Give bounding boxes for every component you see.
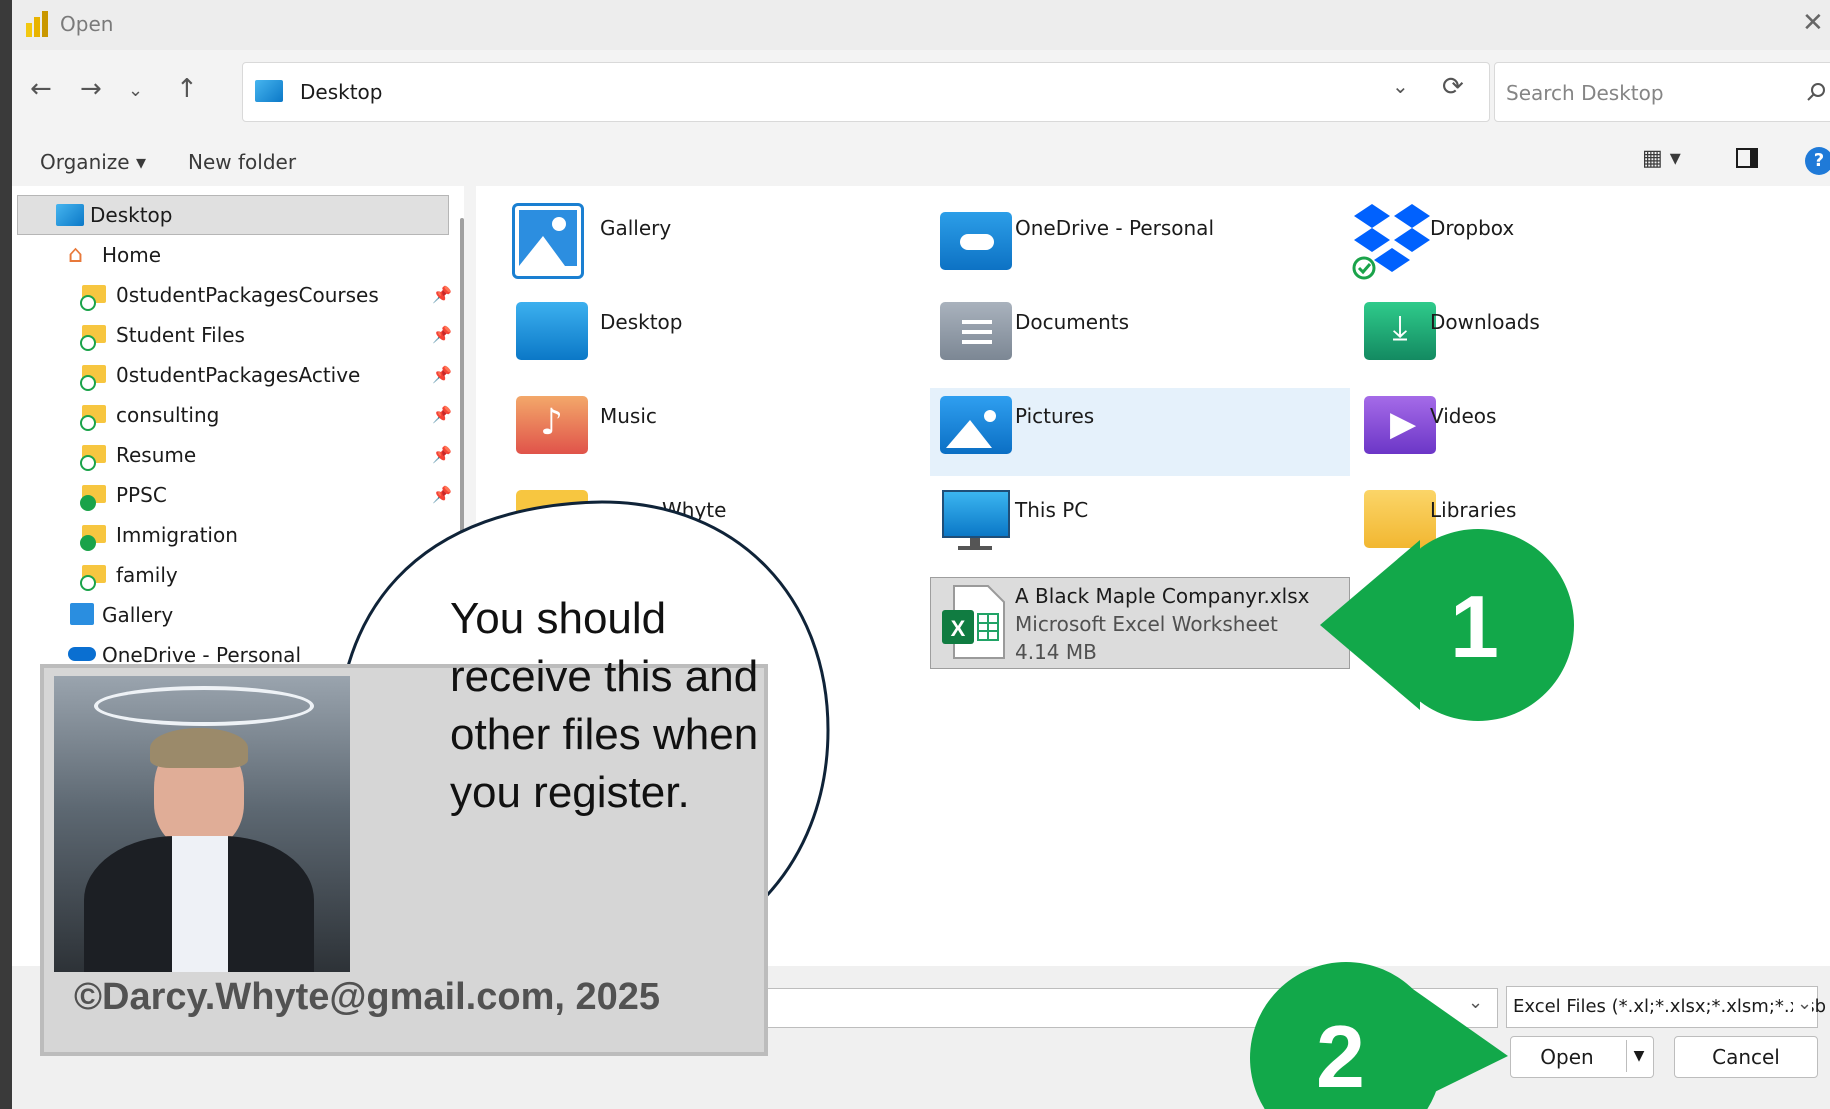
pictures-folder-icon — [940, 396, 1012, 454]
search-icon — [1807, 83, 1825, 101]
close-button[interactable]: ✕ — [1802, 8, 1824, 38]
item-pictures[interactable]: Pictures — [1015, 404, 1094, 428]
item-videos[interactable]: Videos — [1430, 404, 1496, 428]
svg-text:X: X — [951, 616, 966, 641]
item-whyte[interactable]: Whyte — [662, 498, 726, 522]
home-icon: ⌂ — [68, 240, 84, 268]
item-documents[interactable]: Documents — [1015, 310, 1129, 334]
forward-button[interactable]: → — [80, 74, 102, 104]
search-input[interactable]: Search Desktop — [1506, 81, 1664, 105]
excel-file-icon: X — [942, 585, 1005, 659]
file-name-input[interactable] — [766, 988, 1498, 1028]
desktop-icon — [255, 80, 283, 102]
documents-folder-icon — [940, 302, 1012, 360]
up-button[interactable]: ↑ — [176, 74, 198, 104]
back-button[interactable]: ← — [30, 74, 52, 104]
preview-pane-icon[interactable] — [1736, 148, 1758, 168]
dropbox-icon — [1352, 204, 1430, 280]
presenter-photo — [54, 676, 350, 972]
view-options-icon[interactable]: ▦ ▾ — [1642, 146, 1681, 171]
gallery-icon — [70, 603, 94, 625]
videos-folder-icon: ▶ — [1364, 396, 1436, 454]
sync-status-icon — [80, 295, 96, 311]
open-split-dropdown[interactable]: ▼ — [1626, 1040, 1651, 1072]
nav-item-pinned[interactable]: 0studentPackagesCourses — [116, 283, 379, 307]
monitor-icon — [940, 490, 1012, 552]
desktop-folder-icon — [516, 302, 588, 360]
organize-label: Organize — [40, 150, 130, 174]
speech-bubble-text: You should receive this and other files … — [450, 594, 759, 817]
sync-status-icon — [80, 375, 96, 391]
power-bi-icon — [26, 11, 48, 37]
nav-item-pinned[interactable]: family — [116, 563, 178, 587]
address-path: Desktop — [300, 80, 383, 104]
item-this-pc[interactable]: This PC — [1015, 498, 1088, 522]
pin-icon: 📌 — [432, 405, 452, 424]
downloads-folder-icon: ⤓ — [1364, 302, 1436, 360]
step-1-label: 1 — [1450, 577, 1499, 676]
title-bar — [12, 0, 1830, 50]
window-title: Open — [60, 12, 114, 36]
sync-status-icon — [80, 415, 96, 431]
chevron-down-icon: ⌄ — [1793, 993, 1813, 1014]
folder-icon — [516, 490, 588, 548]
sync-status-icon — [80, 495, 96, 511]
nav-item-pinned[interactable]: PPSC — [116, 483, 167, 507]
item-downloads[interactable]: Downloads — [1430, 310, 1540, 334]
file-type: Microsoft Excel Worksheet — [1015, 612, 1278, 636]
libraries-folder-icon — [1364, 490, 1436, 548]
onedrive-folder-icon — [940, 212, 1012, 270]
new-folder-button[interactable]: New folder — [188, 150, 296, 174]
pin-icon: 📌 — [432, 485, 452, 504]
sync-status-icon — [80, 575, 96, 591]
item-dropbox[interactable]: Dropbox — [1430, 216, 1514, 240]
file-type-select[interactable]: Excel Files (*.xl;*.xlsx;*.xlsm;*.xlsb ⌄ — [1506, 986, 1826, 1028]
recent-locations-chevron-icon[interactable]: ⌄ — [128, 80, 143, 101]
file-size: 4.14 MB — [1015, 640, 1097, 664]
open-label: Open — [1540, 1045, 1594, 1069]
nav-item-pinned[interactable]: Resume — [116, 443, 196, 467]
item-libraries[interactable]: Libraries — [1430, 498, 1516, 522]
item-gallery[interactable]: Gallery — [600, 216, 671, 240]
organize-button[interactable]: Organize ▾ — [40, 150, 146, 174]
item-desktop[interactable]: Desktop — [600, 310, 682, 334]
file-name: A Black Maple Companyr.xlsx — [1015, 584, 1310, 608]
pin-icon: 📌 — [432, 445, 452, 464]
onedrive-icon — [68, 647, 96, 661]
item-onedrive[interactable]: OneDrive - Personal — [1015, 216, 1214, 240]
nav-item-pinned[interactable]: Immigration — [116, 523, 238, 547]
sync-status-icon — [80, 335, 96, 351]
music-folder-icon: ♪ — [516, 396, 588, 454]
gallery-icon — [512, 203, 584, 279]
file-name-dropdown-icon[interactable]: ⌄ — [1468, 992, 1483, 1013]
nav-item-pinned[interactable]: consulting — [116, 403, 219, 427]
nav-item-gallery[interactable]: Gallery — [102, 603, 173, 627]
address-dropdown-icon[interactable]: ⌄ — [1392, 74, 1409, 98]
pin-icon: 📌 — [432, 365, 452, 384]
pin-icon: 📌 — [432, 285, 452, 304]
nav-desktop-label: Desktop — [90, 203, 173, 227]
nav-item-pinned[interactable]: 0studentPackagesActive — [116, 363, 360, 387]
sync-status-icon — [80, 455, 96, 471]
copyright-text: ©Darcy.Whyte@gmail.com, 2025 — [74, 976, 661, 1018]
desktop-icon — [56, 204, 84, 226]
nav-scrollbar[interactable] — [460, 218, 464, 558]
refresh-icon[interactable]: ⟳ — [1442, 72, 1464, 102]
item-music[interactable]: Music — [600, 404, 657, 428]
step-2-label: 2 — [1316, 1007, 1365, 1106]
nav-item-pinned[interactable]: Student Files — [116, 323, 245, 347]
address-bar[interactable] — [242, 62, 1490, 122]
cancel-button[interactable]: Cancel — [1674, 1036, 1818, 1078]
sync-status-icon — [80, 535, 96, 551]
help-icon[interactable]: ? — [1805, 147, 1830, 175]
file-type-value: Excel Files (*.xl;*.xlsx;*.xlsm;*.xlsb — [1513, 996, 1827, 1017]
nav-item-home[interactable]: Home — [102, 243, 161, 267]
pin-icon: 📌 — [432, 325, 452, 344]
